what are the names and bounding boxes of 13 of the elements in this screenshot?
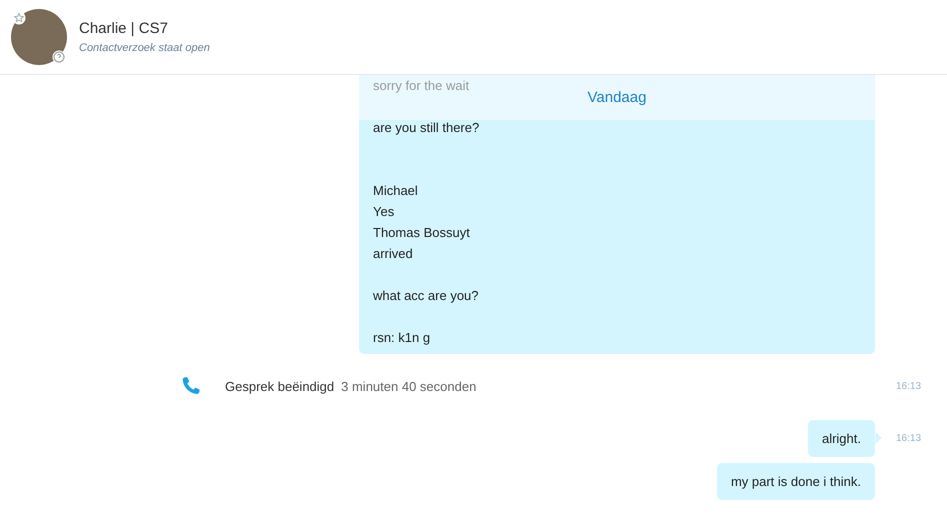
contact-name: Charlie | CS7 [79,20,169,37]
message-bubble: my part is done i think. [716,463,875,500]
avatar-photo-placeholder [11,9,67,65]
call-duration: 3 minuten 40 seconden [341,378,476,394]
message-time: 16:13 [896,380,922,392]
contact-status: Contactverzoek staat open [79,42,210,54]
date-label: Vandaag [588,89,646,106]
message-bubble: alright. [808,420,875,457]
star-icon [12,11,26,25]
question-status-icon [52,50,66,64]
call-ended-label: Gesprek beëindigd [225,378,334,394]
phone-icon [180,375,202,397]
message-time: 16:13 [896,433,922,444]
